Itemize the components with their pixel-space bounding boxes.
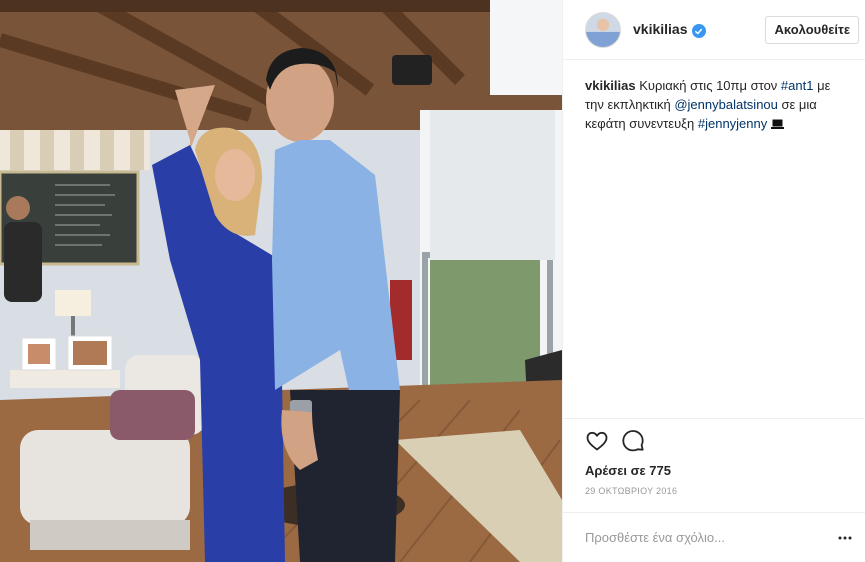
- comment-bubble-icon[interactable]: [621, 429, 645, 453]
- comment-input[interactable]: [585, 530, 837, 545]
- heart-icon[interactable]: [585, 429, 609, 453]
- comment-bar: [563, 512, 865, 562]
- likes-count[interactable]: Αρέσει σε 775: [563, 462, 865, 482]
- post-caption: vkikilias Κυριακή στις 10πμ στον #ant1 μ…: [563, 60, 865, 418]
- post-photo[interactable]: [0, 0, 562, 562]
- post-sidebar: vkikilias Ακολουθείτε vkikilias Κυριακή …: [562, 0, 865, 562]
- caption-text-part-1: Κυριακή στις 10πμ στον: [635, 78, 781, 93]
- more-dots-icon[interactable]: [837, 530, 853, 546]
- caption-mention[interactable]: @jennybalatsinou: [674, 97, 778, 112]
- verified-badge-icon: [691, 24, 706, 39]
- caption-username[interactable]: vkikilias: [585, 78, 636, 93]
- post-header: vkikilias Ακολουθείτε: [563, 0, 865, 60]
- caption-hashtag-jennyjenny[interactable]: #jennyjenny: [698, 116, 767, 131]
- instagram-post: vkikilias Ακολουθείτε vkikilias Κυριακή …: [0, 0, 865, 562]
- caption-hashtag-ant1[interactable]: #ant1: [781, 78, 814, 93]
- laptop-emoji-icon: [770, 119, 784, 129]
- photo-scene: [0, 0, 562, 562]
- author-username[interactable]: vkikilias: [633, 21, 706, 39]
- author-avatar[interactable]: [585, 11, 621, 48]
- post-date: 29 ΟΚΤΩΒΡΙΟΥ 2016: [585, 486, 678, 496]
- post-actions: [563, 418, 865, 462]
- following-button[interactable]: Ακολουθείτε: [765, 15, 859, 44]
- author-username-text[interactable]: vkikilias: [633, 21, 688, 37]
